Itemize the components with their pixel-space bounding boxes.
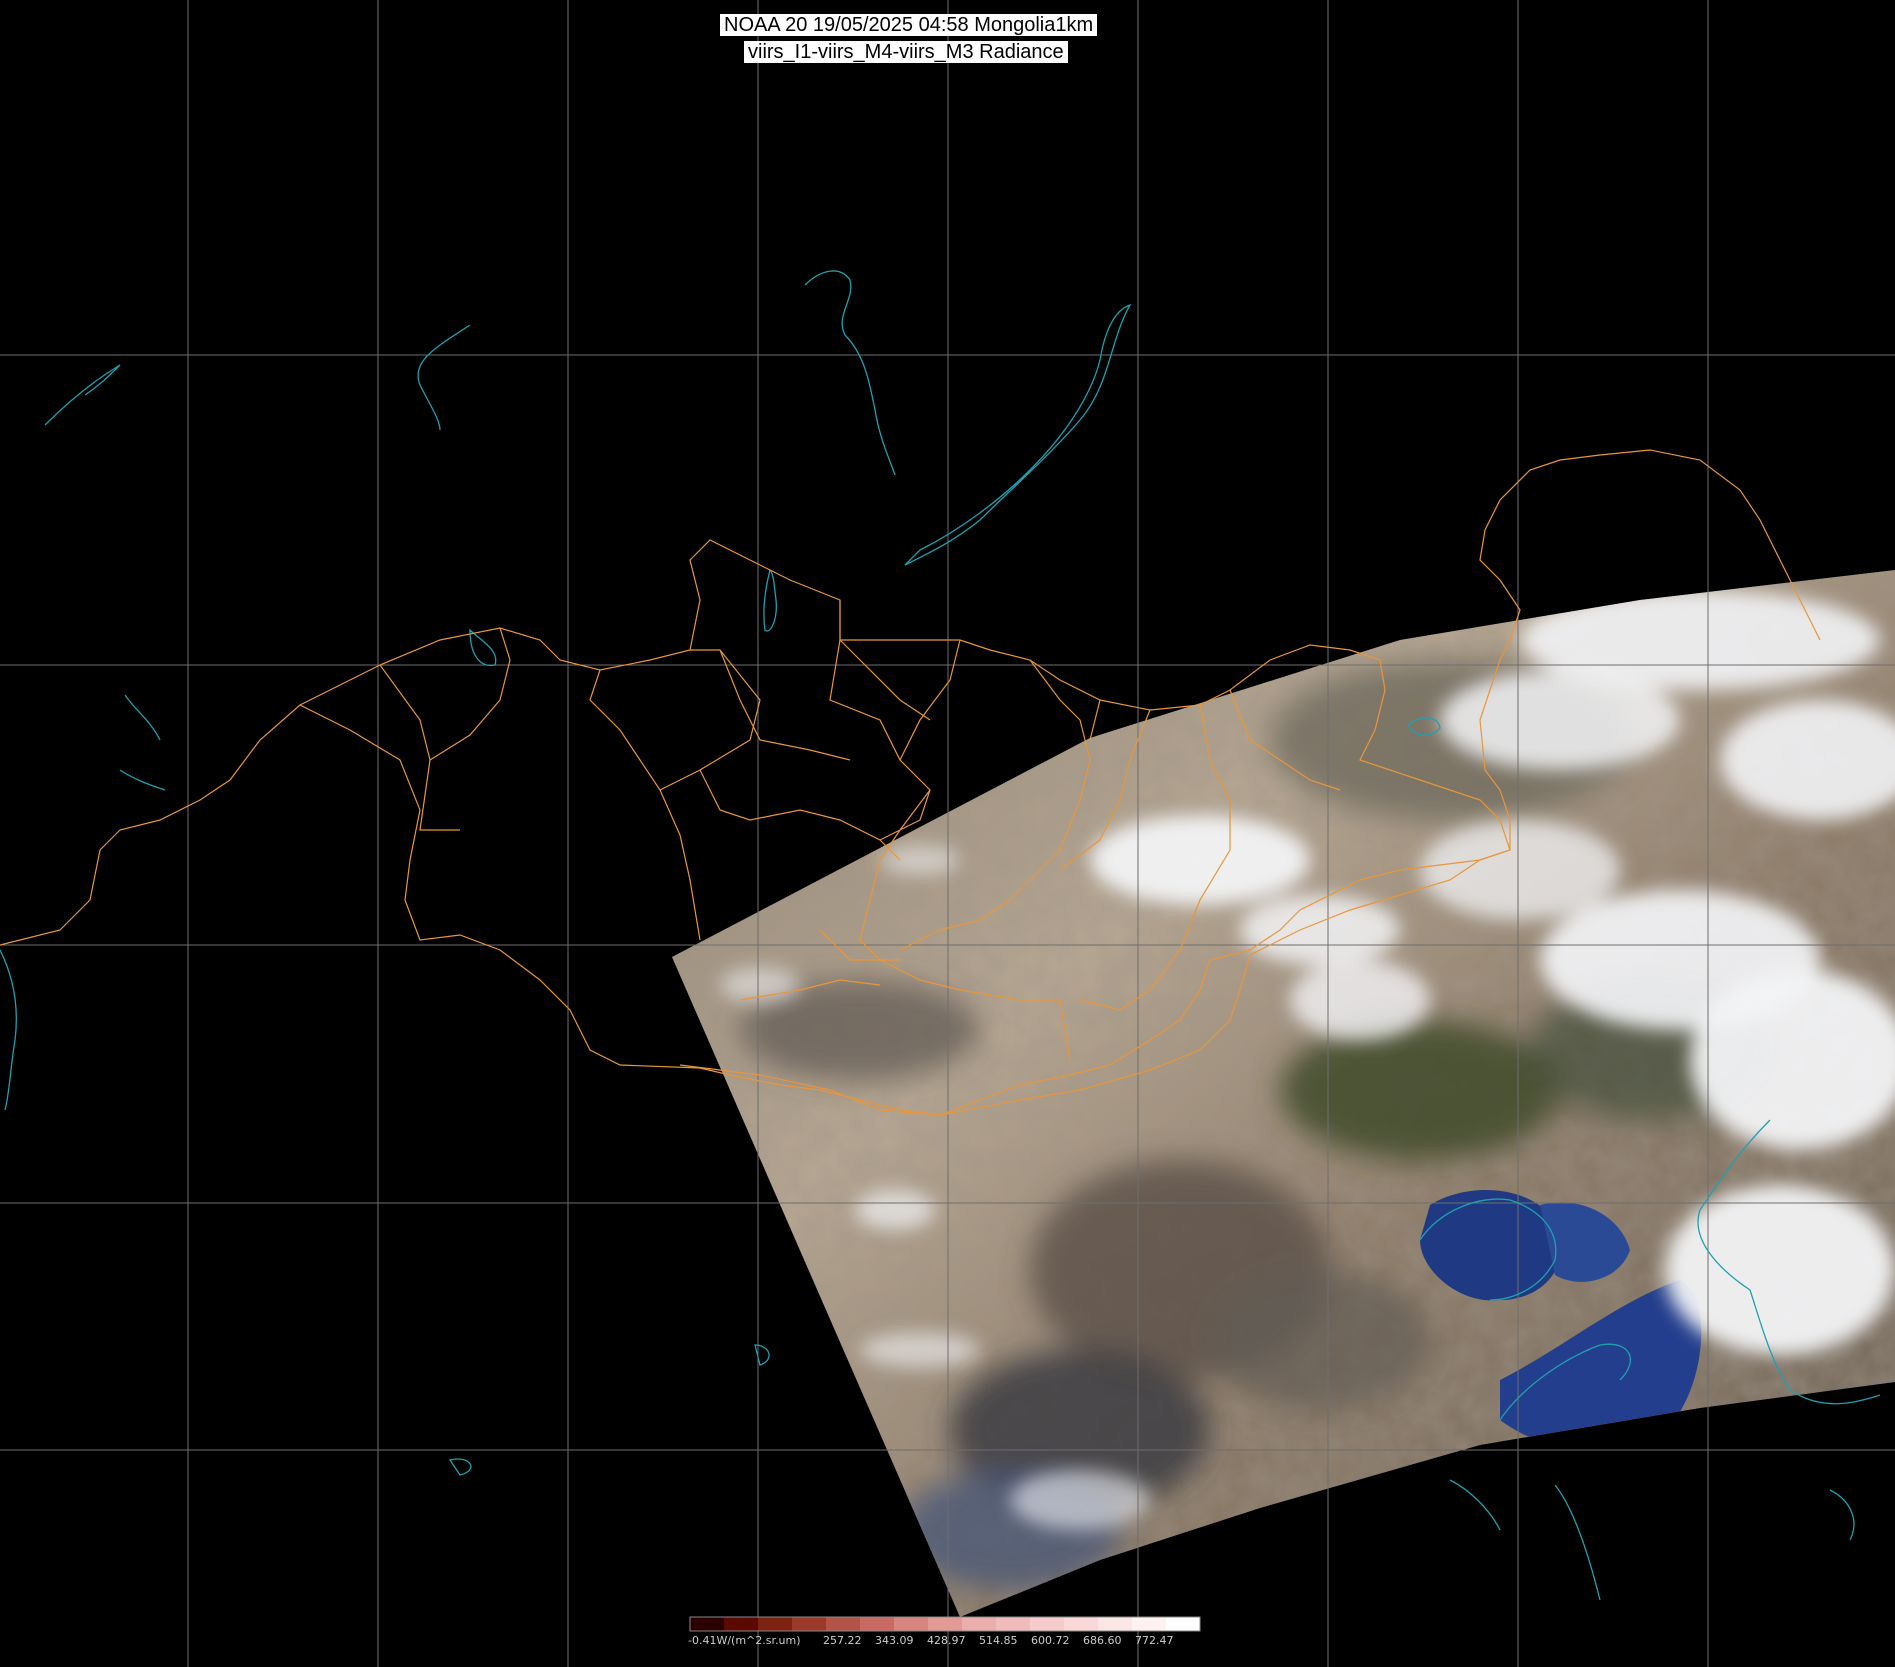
colorbar-swatch (724, 1617, 759, 1631)
satellite-swath (672, 570, 1895, 1617)
river-west (417, 324, 471, 431)
colorbar-swatch (1098, 1617, 1133, 1631)
west-river (0, 949, 17, 1111)
satellite-map (0, 0, 1895, 1667)
colorbar-swatch (928, 1617, 963, 1631)
colorbar-tick-label: 428.97 (927, 1634, 966, 1647)
lakes-west-mongolia (119, 628, 497, 791)
colorbar-tick-label: 257.22 (823, 1634, 862, 1647)
title-line-1: NOAA 20 19/05/2025 04:58 Mongolia1km (720, 14, 1098, 36)
colorbar-swatch (860, 1617, 895, 1631)
colorbar-swatch (826, 1617, 861, 1631)
river-north (804, 270, 896, 476)
colorbar-swatch (996, 1617, 1031, 1631)
colorbar-swatch (894, 1617, 929, 1631)
colorbar-labels: -0.41W/(m^2.sr.um) 257.22 343.09 428.97 514… (688, 1634, 1208, 1650)
colorbar-tick-label: 772.47 (1135, 1634, 1174, 1647)
colorbar-swatch (792, 1617, 827, 1631)
colorbar-swatch (1064, 1617, 1099, 1631)
lake-khuvsgul (763, 568, 777, 632)
title-line-2: viirs_I1-viirs_M4-viirs_M3 Radiance (744, 41, 1068, 63)
colorbar-swatch (690, 1617, 725, 1631)
colorbar-tick-label: 514.85 (979, 1634, 1018, 1647)
colorbar (689, 1616, 1201, 1632)
lake-baikal (904, 303, 1132, 566)
colorbar-tick-label: 600.72 (1031, 1634, 1070, 1647)
kazakhstan-border (0, 704, 301, 946)
colorbar-swatch (962, 1617, 997, 1631)
colorbar-unit-label: -0.41W/(m^2.sr.um) (688, 1634, 801, 1647)
colorbar-swatch (1166, 1617, 1201, 1631)
colorbar-swatch (1030, 1617, 1065, 1631)
colorbar-swatch (758, 1617, 793, 1631)
colorbar-tick-label: 343.09 (875, 1634, 914, 1647)
colorbar-swatch (1132, 1617, 1167, 1631)
lake-west (44, 364, 121, 426)
colorbar-tick-label: 686.60 (1083, 1634, 1122, 1647)
